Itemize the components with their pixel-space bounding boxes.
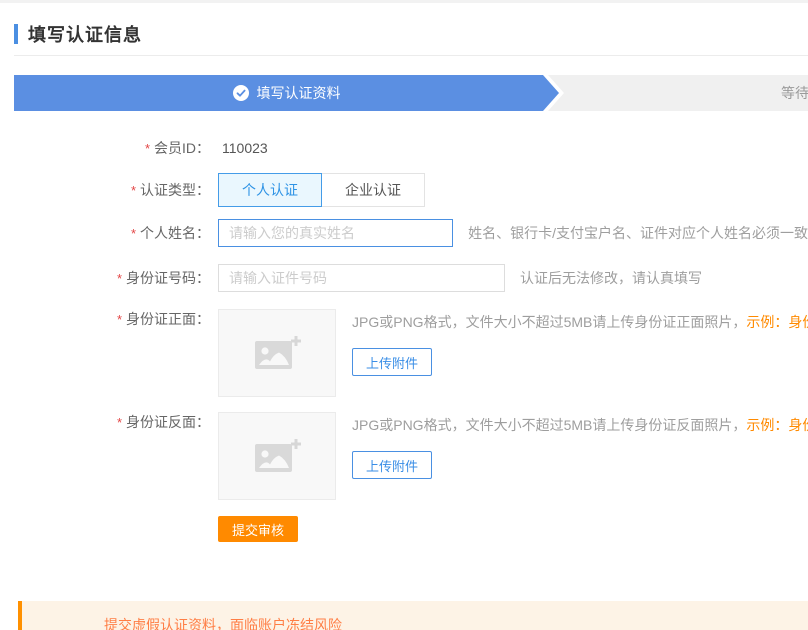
id-back-hint: JPG或PNG格式，文件大小不超过5MB请上传身份证反面照片，示例：身份证反面.…: [352, 415, 808, 435]
id-front-label: *身份证正面：: [14, 309, 210, 329]
steps-bar: 填写认证资料 等待审核: [14, 75, 808, 111]
tab-personal-auth[interactable]: 个人认证: [218, 173, 322, 207]
id-front-upload-area: JPG或PNG格式，文件大小不超过5MB请上传身份证正面照片，示例：身份证正面.…: [352, 309, 808, 376]
required-mark: *: [131, 226, 136, 241]
id-back-example-link[interactable]: 示例：身份证反面.png: [746, 417, 808, 433]
form-row-member-id: *会员ID： 110023: [14, 138, 808, 158]
member-id-value: 110023: [222, 140, 268, 156]
personal-name-input[interactable]: [218, 219, 453, 247]
id-number-hint: 认证后无法修改，请认真填写: [520, 264, 702, 292]
submit-review-button[interactable]: 提交审核: [218, 516, 298, 542]
required-mark: *: [117, 271, 122, 286]
image-placeholder-icon: [253, 332, 301, 375]
tab-enterprise-auth[interactable]: 企业认证: [321, 173, 425, 207]
id-front-example-link[interactable]: 示例：身份证正面.png: [746, 314, 808, 330]
step-next: [548, 75, 808, 111]
warning-text: 提交虚假认证资料，面临账户冻结风险: [104, 617, 342, 630]
form-row-auth-type: *认证类型： 个人认证 企业认证: [14, 173, 808, 207]
form-row-id-front: *身份证正面： JPG或PNG格式，文件大小不超过5MB请上传身份证正面照片，示…: [14, 309, 808, 397]
id-front-upload-box[interactable]: [218, 309, 336, 397]
page-header: 填写认证信息: [14, 22, 808, 46]
check-circle-icon: [233, 85, 249, 101]
form-row-id-back: *身份证反面： JPG或PNG格式，文件大小不超过5MB请上传身份证反面照片，示…: [14, 412, 808, 500]
verification-form: *会员ID： 110023 *认证类型： 个人认证 企业认证 *个人姓名： 姓名…: [14, 138, 808, 542]
form-row-submit: 提交审核: [14, 516, 808, 542]
id-back-upload-area: JPG或PNG格式，文件大小不超过5MB请上传身份证反面照片，示例：身份证反面.…: [352, 412, 808, 479]
required-mark: *: [145, 141, 150, 156]
member-id-label: *会员ID：: [14, 138, 210, 158]
page-title: 填写认证信息: [28, 21, 142, 47]
image-placeholder-icon: [253, 435, 301, 478]
id-back-upload-button[interactable]: 上传附件: [352, 451, 432, 479]
title-accent-bar: [14, 24, 18, 44]
id-number-input[interactable]: [218, 264, 505, 292]
form-row-id-number: *身份证号码： 认证后无法修改，请认真填写: [14, 264, 808, 292]
id-front-upload-button[interactable]: 上传附件: [352, 348, 432, 376]
auth-type-tabs: 个人认证 企业认证: [218, 173, 425, 207]
id-back-upload-box[interactable]: [218, 412, 336, 500]
auth-type-label: *认证类型：: [14, 173, 210, 208]
header-divider: [14, 55, 808, 56]
form-row-personal-name: *个人姓名： 姓名、银行卡/支付宝户名、证件对应个人姓名必须一致: [14, 219, 808, 247]
step-next-label: 等待审核: [781, 83, 808, 103]
step-current: 填写认证资料: [14, 75, 559, 111]
id-front-hint: JPG或PNG格式，文件大小不超过5MB请上传身份证正面照片，示例：身份证正面.…: [352, 312, 808, 332]
id-number-label: *身份证号码：: [14, 264, 210, 293]
required-mark: *: [131, 183, 136, 198]
verification-page: 填写认证信息 填写认证资料 等待审核 *会员ID： 110023: [0, 0, 808, 630]
id-back-label: *身份证反面：: [14, 412, 210, 432]
required-mark: *: [117, 312, 122, 327]
personal-name-hint: 姓名、银行卡/支付宝户名、证件对应个人姓名必须一致: [468, 219, 808, 247]
step-current-label: 填写认证资料: [257, 83, 341, 103]
required-mark: *: [117, 415, 122, 430]
personal-name-label: *个人姓名：: [14, 219, 210, 248]
warning-banner: 提交虚假认证资料，面临账户冻结风险: [18, 601, 808, 630]
